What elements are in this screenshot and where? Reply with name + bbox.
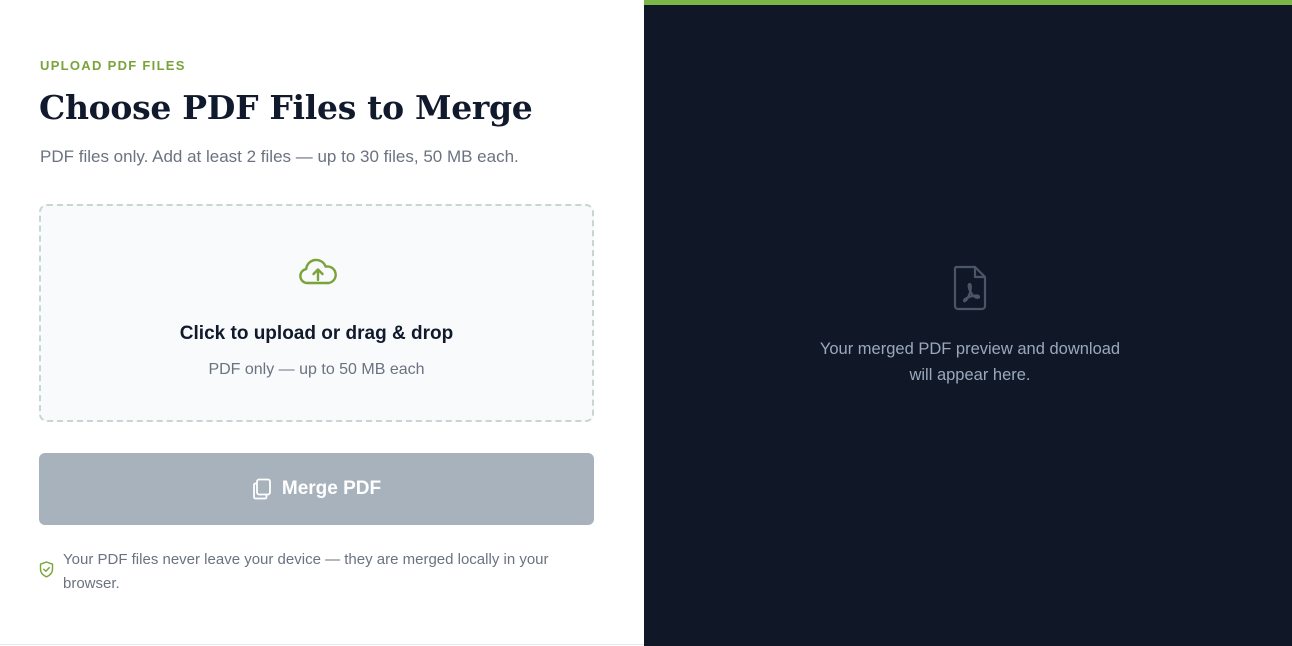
merge-pdf-button[interactable]: Merge PDF — [39, 453, 594, 525]
privacy-note: Your PDF files never leave your device —… — [39, 548, 599, 596]
pdf-file-icon — [953, 265, 987, 311]
merge-pdf-label: Merge PDF — [281, 478, 382, 499]
copy-files-icon — [252, 478, 271, 500]
accent-bar — [644, 0, 1292, 5]
page-title: Choose PDF Files to Merge — [39, 88, 533, 127]
dropzone-subtitle: PDF only — up to 50 MB each — [208, 361, 425, 378]
upload-panel: UPLOAD PDF FILES Choose PDF Files to Mer… — [0, 0, 644, 645]
preview-placeholder-text: Your merged PDF preview and download wil… — [819, 340, 1121, 384]
cloud-upload-icon — [299, 258, 337, 285]
privacy-note-text: Your PDF files never leave your device —… — [63, 551, 549, 592]
shield-check-icon — [39, 561, 54, 578]
section-eyebrow: UPLOAD PDF FILES — [40, 58, 186, 73]
dropzone-title: Click to upload or drag & drop — [179, 323, 454, 344]
file-dropzone[interactable]: Click to upload or drag & drop PDF only … — [39, 204, 594, 422]
page-subtitle: PDF files only. Add at least 2 files — u… — [40, 147, 519, 166]
preview-panel: Your merged PDF preview and download wil… — [644, 0, 1292, 646]
